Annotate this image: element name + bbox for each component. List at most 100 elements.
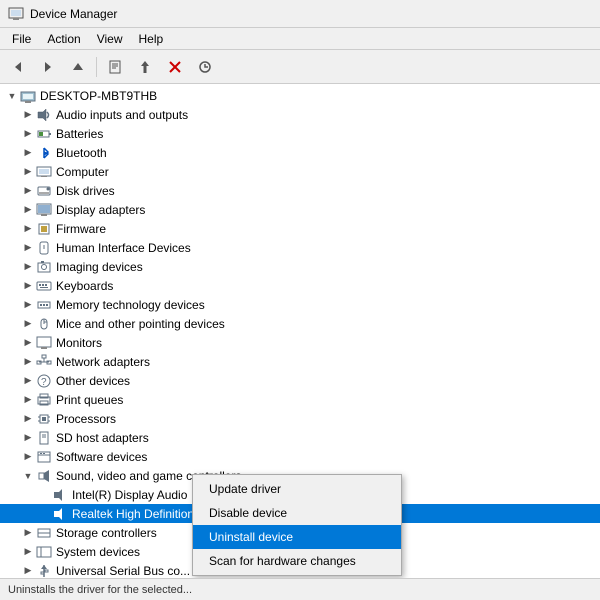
tree-item-imaging[interactable]: Imaging devices xyxy=(0,257,600,276)
expand-storage[interactable] xyxy=(20,525,36,541)
expand-monitors[interactable] xyxy=(20,335,36,351)
ctx-uninstall-device[interactable]: Uninstall device xyxy=(193,525,401,549)
tree-root[interactable]: DESKTOP-MBT9THB xyxy=(0,86,600,105)
title-text: Device Manager xyxy=(30,7,117,21)
print-icon xyxy=(36,392,52,408)
tree-item-display[interactable]: Display adapters xyxy=(0,200,600,219)
network-icon xyxy=(36,354,52,370)
expand-imaging[interactable] xyxy=(20,259,36,275)
root-icon xyxy=(20,88,36,104)
back-button[interactable] xyxy=(4,54,32,80)
expand-intel-audio xyxy=(36,487,52,503)
ctx-update-driver[interactable]: Update driver xyxy=(193,477,401,501)
computer-label: Computer xyxy=(56,165,109,179)
expand-print[interactable] xyxy=(20,392,36,408)
usb-icon xyxy=(36,563,52,579)
expand-firmware[interactable] xyxy=(20,221,36,237)
expand-keyboards[interactable] xyxy=(20,278,36,294)
hid-icon xyxy=(36,240,52,256)
status-text: Uninstalls the driver for the selected..… xyxy=(8,584,192,596)
menu-help[interactable]: Help xyxy=(131,30,172,48)
context-menu: Update driver Disable device Uninstall d… xyxy=(192,474,402,576)
sd-label: SD host adapters xyxy=(56,431,149,445)
update-driver-button[interactable] xyxy=(131,54,159,80)
properties-button[interactable] xyxy=(101,54,129,80)
expand-sd[interactable] xyxy=(20,430,36,446)
expand-computer[interactable] xyxy=(20,164,36,180)
tree-item-sd[interactable]: SD host adapters xyxy=(0,428,600,447)
main-panel: DESKTOP-MBT9THB Audio inputs and outputs xyxy=(0,84,600,578)
menu-file[interactable]: File xyxy=(4,30,39,48)
expand-software[interactable] xyxy=(20,449,36,465)
expand-display[interactable] xyxy=(20,202,36,218)
expand-memory[interactable] xyxy=(20,297,36,313)
forward-button[interactable] xyxy=(34,54,62,80)
audio-label: Audio inputs and outputs xyxy=(56,108,188,122)
expand-root[interactable] xyxy=(4,88,20,104)
tree-item-network[interactable]: Network adapters xyxy=(0,352,600,371)
computer-sm-icon xyxy=(36,164,52,180)
expand-network[interactable] xyxy=(20,354,36,370)
print-label: Print queues xyxy=(56,393,123,407)
batteries-icon xyxy=(36,126,52,142)
title-bar: Device Manager xyxy=(0,0,600,28)
network-label: Network adapters xyxy=(56,355,150,369)
display-icon xyxy=(36,202,52,218)
bluetooth-icon xyxy=(36,145,52,161)
realtek-icon xyxy=(52,506,68,522)
expand-bluetooth[interactable] xyxy=(20,145,36,161)
tree-item-monitors[interactable]: Monitors xyxy=(0,333,600,352)
tree-item-memory[interactable]: Memory technology devices xyxy=(0,295,600,314)
expand-usb[interactable] xyxy=(20,563,36,579)
expand-hid[interactable] xyxy=(20,240,36,256)
tree-item-computer[interactable]: Computer xyxy=(0,162,600,181)
system-icon xyxy=(36,544,52,560)
status-bar: Uninstalls the driver for the selected..… xyxy=(0,578,600,600)
software-icon xyxy=(36,449,52,465)
tree-item-mice[interactable]: Mice and other pointing devices xyxy=(0,314,600,333)
tree-item-print[interactable]: Print queues xyxy=(0,390,600,409)
other-label: Other devices xyxy=(56,374,130,388)
ctx-disable-device[interactable]: Disable device xyxy=(193,501,401,525)
root-label: DESKTOP-MBT9THB xyxy=(40,89,157,103)
expand-audio[interactable] xyxy=(20,107,36,123)
other-icon: ? xyxy=(36,373,52,389)
sound-icon xyxy=(36,468,52,484)
scan-button[interactable] xyxy=(191,54,219,80)
expand-other[interactable] xyxy=(20,373,36,389)
expand-disk[interactable] xyxy=(20,183,36,199)
tree-item-firmware[interactable]: Firmware xyxy=(0,219,600,238)
expand-sound[interactable] xyxy=(20,468,36,484)
disk-label: Disk drives xyxy=(56,184,115,198)
tree-item-software[interactable]: Software devices xyxy=(0,447,600,466)
tree-item-disk[interactable]: Disk drives xyxy=(0,181,600,200)
tree-item-keyboards[interactable]: Keyboards xyxy=(0,276,600,295)
toolbar xyxy=(0,50,600,84)
memory-label: Memory technology devices xyxy=(56,298,205,312)
up-button[interactable] xyxy=(64,54,92,80)
menu-view[interactable]: View xyxy=(89,30,131,48)
tree-item-other[interactable]: ? Other devices xyxy=(0,371,600,390)
expand-system[interactable] xyxy=(20,544,36,560)
tree-item-batteries[interactable]: Batteries xyxy=(0,124,600,143)
cpu-icon xyxy=(36,411,52,427)
expand-processors[interactable] xyxy=(20,411,36,427)
ctx-scan-hardware[interactable]: Scan for hardware changes xyxy=(193,549,401,573)
display-label: Display adapters xyxy=(56,203,145,217)
monitors-label: Monitors xyxy=(56,336,102,350)
imaging-label: Imaging devices xyxy=(56,260,143,274)
uninstall-button[interactable] xyxy=(161,54,189,80)
tree-item-bluetooth[interactable]: Bluetooth xyxy=(0,143,600,162)
menu-action[interactable]: Action xyxy=(39,30,88,48)
audio-icon xyxy=(36,107,52,123)
keyboards-label: Keyboards xyxy=(56,279,113,293)
memory-icon xyxy=(36,297,52,313)
expand-mice[interactable] xyxy=(20,316,36,332)
expand-batteries[interactable] xyxy=(20,126,36,142)
batteries-label: Batteries xyxy=(56,127,103,141)
processors-label: Processors xyxy=(56,412,116,426)
tree-item-hid[interactable]: Human Interface Devices xyxy=(0,238,600,257)
tree-item-processors[interactable]: Processors xyxy=(0,409,600,428)
mice-label: Mice and other pointing devices xyxy=(56,317,225,331)
tree-item-audio[interactable]: Audio inputs and outputs xyxy=(0,105,600,124)
